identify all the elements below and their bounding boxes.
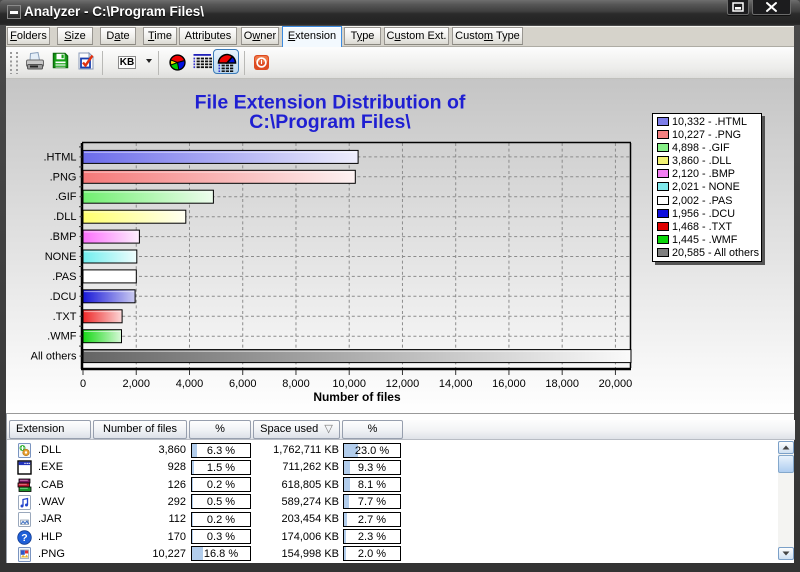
svg-text:C:\Program Files\: C:\Program Files\ bbox=[249, 111, 411, 133]
svg-text:6,000: 6,000 bbox=[229, 378, 257, 390]
svg-text:.PAS: .PAS bbox=[52, 271, 76, 283]
svg-text:.TXT: .TXT bbox=[53, 311, 77, 323]
svg-text:12,000: 12,000 bbox=[386, 378, 420, 390]
svg-text:?: ? bbox=[21, 532, 27, 544]
svg-text:4,000: 4,000 bbox=[176, 378, 204, 390]
svg-text:Number of files: Number of files bbox=[313, 390, 401, 404]
svg-text:0: 0 bbox=[80, 378, 86, 390]
svg-text:.DCU: .DCU bbox=[50, 291, 77, 303]
svg-text:14,000: 14,000 bbox=[439, 378, 473, 390]
svg-text:16,000: 16,000 bbox=[492, 378, 526, 390]
svg-text:8,000: 8,000 bbox=[282, 378, 310, 390]
svg-text:.HTML: .HTML bbox=[44, 151, 77, 163]
svg-text:18,000: 18,000 bbox=[545, 378, 579, 390]
svg-text:All others: All others bbox=[31, 351, 77, 363]
svg-text:.WMF: .WMF bbox=[47, 331, 77, 343]
svg-text:.GIF: .GIF bbox=[55, 191, 77, 203]
svg-text:.PNG: .PNG bbox=[50, 171, 77, 183]
svg-text:20,000: 20,000 bbox=[599, 378, 633, 390]
svg-text:NONE: NONE bbox=[45, 251, 77, 263]
svg-text:2,000: 2,000 bbox=[122, 378, 150, 390]
svg-text:10,000: 10,000 bbox=[332, 378, 366, 390]
svg-text:.BMP: .BMP bbox=[50, 231, 77, 243]
svg-text:.DLL: .DLL bbox=[53, 211, 76, 223]
